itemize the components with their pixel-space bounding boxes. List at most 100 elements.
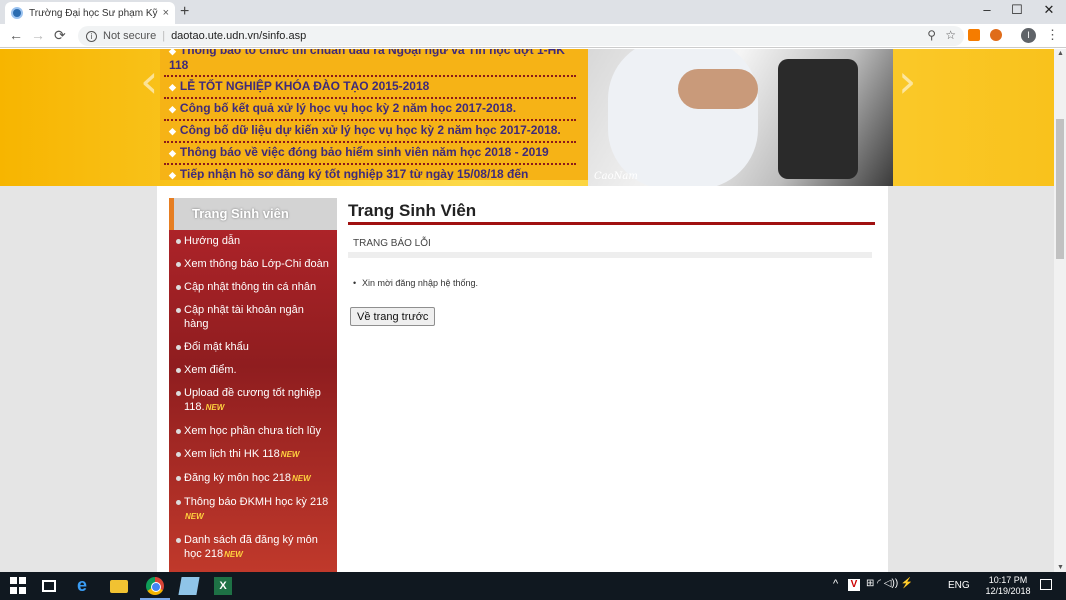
error-heading: TRANG BÁO LỖI	[348, 230, 872, 258]
app-window-icon[interactable]	[178, 577, 200, 595]
news-bullet-icon: ◆	[169, 148, 176, 158]
sidebar-item-label[interactable]: Upload đề cương tốt nghiệp 118.	[184, 387, 321, 413]
sidebar-item-label[interactable]: Xem thông báo Lớp-Chi đoàn	[184, 258, 329, 270]
tab-title: Trường Đại học Sư phạm Kỹ thuật	[29, 7, 159, 19]
tray-system-icons[interactable]: ⊞ ◜ ◁)) ⚡	[866, 578, 913, 589]
banner-photo: CaoNam	[588, 49, 893, 186]
tray-v-app-icon[interactable]: V	[848, 579, 860, 591]
scroll-up-icon[interactable]: ▲	[1057, 50, 1064, 57]
sidebar-item[interactable]: Xem học phần chưa tích lũy	[169, 420, 337, 443]
news-item-label[interactable]: Tiếp nhận hồ sơ đăng ký tốt nghiệp 317 t…	[169, 167, 528, 180]
url-text[interactable]: daotao.ute.udn.vn/sinfo.asp	[171, 30, 306, 42]
news-item-label[interactable]: Công bố dữ liệu dự kiến xử lý học vụ học…	[180, 123, 561, 137]
task-view-icon[interactable]	[42, 580, 56, 592]
sidebar-item[interactable]: Đăng ký môn học 218NEW	[169, 467, 337, 491]
news-item[interactable]: ◆ Tiếp nhận hồ sơ đăng ký tốt nghiệp 317 …	[164, 165, 576, 180]
news-bullet-icon: ◆	[169, 126, 176, 136]
banner-next-icon[interactable]: ›	[898, 54, 916, 108]
minimize-button[interactable]: –	[972, 2, 1002, 17]
close-window-button[interactable]: ✕	[1034, 2, 1064, 18]
banner-prev-icon[interactable]: ‹	[140, 54, 158, 108]
sidebar-item-label[interactable]: Thông báo ĐKMH học kỳ 218	[184, 496, 328, 508]
chrome-icon[interactable]	[146, 577, 164, 595]
web-page: ‹ › ◆ Thông báo tổ chức thi chuẩn đầu ra …	[0, 49, 1054, 572]
back-button[interactable]: Về trang trước	[350, 307, 436, 326]
page-scrollbar[interactable]: ▲ ▼	[1054, 49, 1066, 572]
news-ticker: ◆ Thông báo tổ chức thi chuẩn đầu ra Ngoạ…	[160, 49, 588, 180]
sidebar-item[interactable]: Xem điểm.	[169, 359, 337, 382]
new-badge: NEW	[292, 474, 311, 483]
reload-icon[interactable]: ⟳	[54, 27, 66, 44]
notification-center-icon[interactable]	[1040, 579, 1052, 590]
sidebar-item[interactable]: Xem thông báo Lớp-Chi đoàn	[169, 253, 337, 276]
browser-toolbar: ← → ⟳ i Not secure | daotao.ute.udn.vn/s…	[0, 24, 1066, 48]
sidebar-item[interactable]: Upload đề cương tốt nghiệp 118.NEW	[169, 382, 337, 420]
edge-browser-icon[interactable]: e	[77, 575, 95, 595]
bookmark-star-icon[interactable]: ☆	[945, 28, 956, 42]
news-item-label[interactable]: Công bố kết quả xử lý học vụ học kỳ 2 nă…	[180, 101, 516, 115]
site-favicon-icon	[11, 7, 23, 19]
maximize-button[interactable]: ☐	[1002, 2, 1032, 18]
zoom-icon[interactable]: ⚲	[927, 28, 936, 42]
sidebar-item-label[interactable]: Hướng dẫn	[184, 235, 240, 247]
extension-camera-icon[interactable]	[968, 29, 980, 41]
news-item-label[interactable]: LỄ TỐT NGHIỆP KHÓA ĐÀO TẠO 2015-2018	[180, 79, 429, 93]
sidebar-item[interactable]: Cập nhật tài khoản ngân hàng	[169, 299, 337, 336]
tray-expand-icon[interactable]: ^	[833, 578, 838, 590]
sidebar-item-label[interactable]: Xem điểm.	[184, 364, 237, 376]
excel-icon[interactable]: X	[214, 577, 232, 595]
browser-menu-icon[interactable]: ⋮	[1046, 27, 1059, 43]
sidebar-item-label[interactable]: Cập nhật tài khoản ngân hàng	[184, 304, 304, 330]
clock-date: 12/19/2018	[985, 586, 1031, 596]
sidebar-item[interactable]: Hướng dẫn	[169, 230, 337, 253]
news-item-label[interactable]: Thông báo về việc đóng bảo hiểm sinh viê…	[180, 145, 549, 159]
sidebar-item-label[interactable]: Đổi mật khẩu	[184, 341, 249, 353]
start-windows-icon[interactable]	[10, 577, 28, 595]
news-list: ◆ Thông báo tổ chức thi chuẩn đầu ra Ngoạ…	[164, 49, 576, 180]
forward-icon[interactable]: →	[31, 27, 45, 43]
url-separator: |	[162, 30, 166, 42]
news-item[interactable]: ◆ Thông báo tổ chức thi chuẩn đầu ra Ngoạ…	[164, 49, 576, 77]
sidebar-item-label[interactable]: Danh sách đã đăng ký môn học 218	[184, 534, 318, 560]
content-area: Trang Sinh viên Hướng dẫn Xem thông báo L…	[157, 186, 888, 572]
language-indicator[interactable]: ENG	[948, 580, 970, 591]
file-explorer-icon[interactable]	[110, 580, 128, 593]
news-item[interactable]: ◆ LỄ TỐT NGHIỆP KHÓA ĐÀO TẠO 2015-2018	[164, 77, 576, 99]
sidebar-item-label[interactable]: Cập nhật thông tin cá nhân	[184, 281, 316, 293]
news-item[interactable]: ◆ Công bố kết quả xử lý học vụ học kỳ 2 n…	[164, 99, 576, 121]
sidebar-item-label[interactable]: Đăng ký môn học 218	[184, 472, 291, 484]
news-bullet-icon: ◆	[169, 170, 176, 180]
news-item[interactable]: ◆ Công bố dữ liệu dự kiến xử lý học vụ họ…	[164, 121, 576, 143]
sidebar-item[interactable]: Danh sách đã đăng ký môn học 218NEW	[169, 529, 337, 567]
scroll-down-icon[interactable]: ▼	[1057, 564, 1064, 571]
page-scroll-thumb[interactable]	[1056, 119, 1064, 259]
sidebar-item-label[interactable]: Xem học phần chưa tích lũy	[184, 425, 321, 437]
news-bullet-icon: ◆	[169, 49, 176, 56]
login-message: Xin mời đăng nhập hệ thống.	[353, 278, 478, 288]
address-bar[interactable]: i Not secure | daotao.ute.udn.vn/sinfo.a…	[78, 26, 964, 46]
clock-time: 10:17 PM	[988, 575, 1028, 585]
extension-fox-icon[interactable]	[990, 29, 1002, 41]
windows-taskbar: e X ^ V ⊞ ◜ ◁)) ⚡ ENG 10:17 PM 12/19/201…	[0, 572, 1066, 600]
profile-avatar[interactable]: I	[1021, 28, 1036, 43]
new-badge: NEW	[185, 512, 204, 521]
new-badge: NEW	[205, 403, 225, 412]
taskbar-clock[interactable]: 10:17 PM 12/19/2018	[980, 575, 1036, 597]
sidebar-item[interactable]: Xem lịch thi HK 118NEW	[169, 443, 337, 467]
sidebar-title: Trang Sinh viên	[169, 198, 337, 230]
new-tab-button[interactable]: +	[180, 3, 189, 21]
sidebar-item[interactable]: Đổi mật khẩu	[169, 336, 337, 359]
sidebar: Trang Sinh viên Hướng dẫn Xem thông báo L…	[169, 198, 337, 572]
security-label: Not secure	[103, 30, 157, 42]
sidebar-item[interactable]: Cập nhật thông tin cá nhân	[169, 276, 337, 299]
news-item[interactable]: ◆ Thông báo về việc đóng bảo hiểm sinh vi…	[164, 143, 576, 165]
photo-arm	[678, 69, 758, 109]
sidebar-item[interactable]: Thông báo ĐKMH học kỳ 218 NEW	[169, 491, 337, 529]
page-title: Trang Sinh Viên	[348, 201, 477, 220]
sidebar-item-label[interactable]: Xem lịch thi HK 118	[184, 448, 280, 460]
browser-tab[interactable]: Trường Đại học Sư phạm Kỹ thuật ×	[5, 2, 175, 24]
back-icon[interactable]: ←	[9, 27, 23, 43]
news-item-label[interactable]: Thông báo tổ chức thi chuẩn đầu ra Ngoại…	[169, 49, 565, 72]
info-icon[interactable]: i	[86, 30, 97, 42]
tab-close-icon[interactable]: ×	[163, 7, 169, 19]
